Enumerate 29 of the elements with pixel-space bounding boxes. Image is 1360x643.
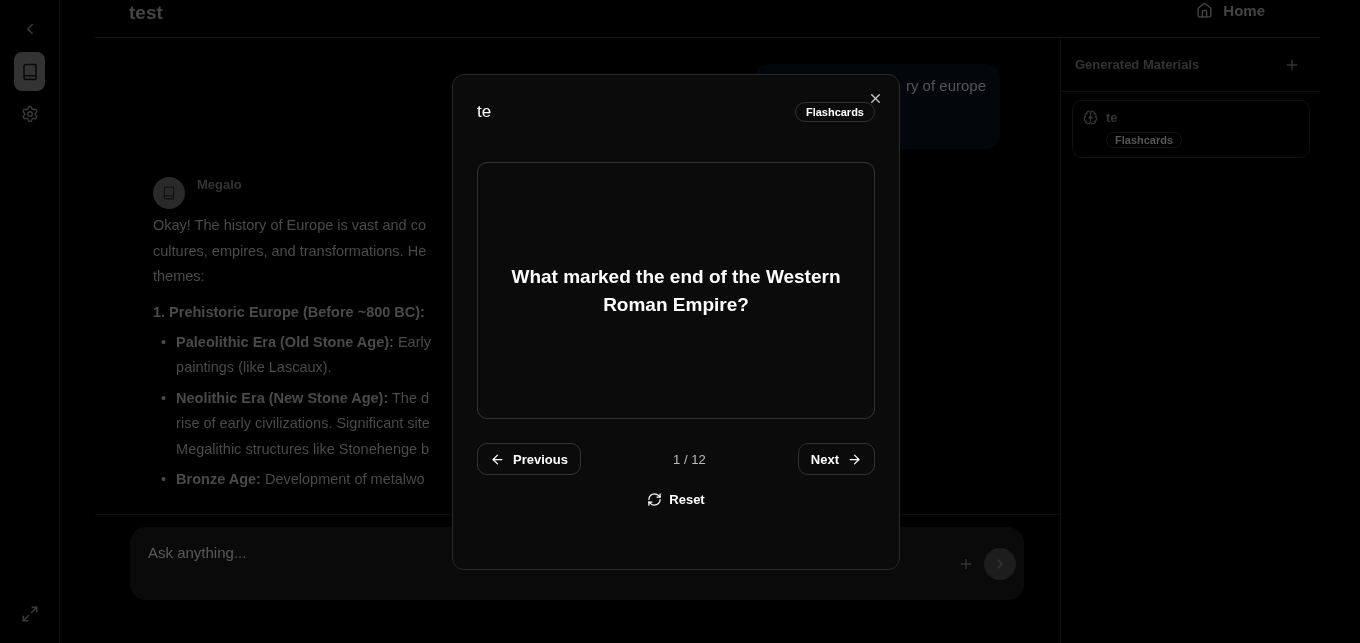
page-title: test xyxy=(129,2,163,24)
flashcard-question: What marked the end of the Western Roman Empire? xyxy=(510,264,842,317)
notebook-button[interactable] xyxy=(14,52,45,91)
message-heading: 1. Prehistoric Europe (Before ~800 BC): xyxy=(153,303,425,320)
bullet-marker: • xyxy=(161,470,167,489)
book-icon xyxy=(20,62,39,81)
expand-icon[interactable] xyxy=(20,605,39,623)
ask-field[interactable]: Ask anything... xyxy=(146,543,948,562)
bullet-marker: • xyxy=(161,388,167,408)
close-icon[interactable] xyxy=(868,91,883,106)
brain-icon xyxy=(1083,110,1098,125)
previous-button[interactable]: Previous xyxy=(477,443,581,475)
reset-button[interactable]: Reset xyxy=(641,491,711,508)
dialog-title: te xyxy=(477,102,492,122)
user-message: ry of europe xyxy=(905,77,986,94)
settings-icon[interactable] xyxy=(20,105,39,123)
bullet-marker: • xyxy=(161,332,167,352)
message-paragraph: Okay! The history of Europe is vast and co cultures, empires, and transformations. He themes: xyxy=(153,216,427,286)
send-button[interactable] xyxy=(984,547,1016,580)
bullet-item: Paleolithic Era (Old Stone Age): Early paintings (like Lascaux). xyxy=(176,332,431,377)
assistant-avatar xyxy=(153,177,185,209)
bullet-item: Neolithic Era (New Stone Age): The d rise of early civilizations. Significant site Megalithic structures like Stonehenge b xyxy=(176,388,430,459)
card-counter: 1 / 12 xyxy=(673,451,706,467)
refresh-icon xyxy=(647,492,663,507)
next-button[interactable]: Next xyxy=(797,443,875,475)
flashcard[interactable]: What marked the end of the Western Roman Empire? xyxy=(477,162,875,419)
bullet-item: Bronze Age: Development of metalwo xyxy=(176,470,425,489)
arrow-right-icon xyxy=(847,451,862,467)
house-icon xyxy=(1196,2,1214,19)
